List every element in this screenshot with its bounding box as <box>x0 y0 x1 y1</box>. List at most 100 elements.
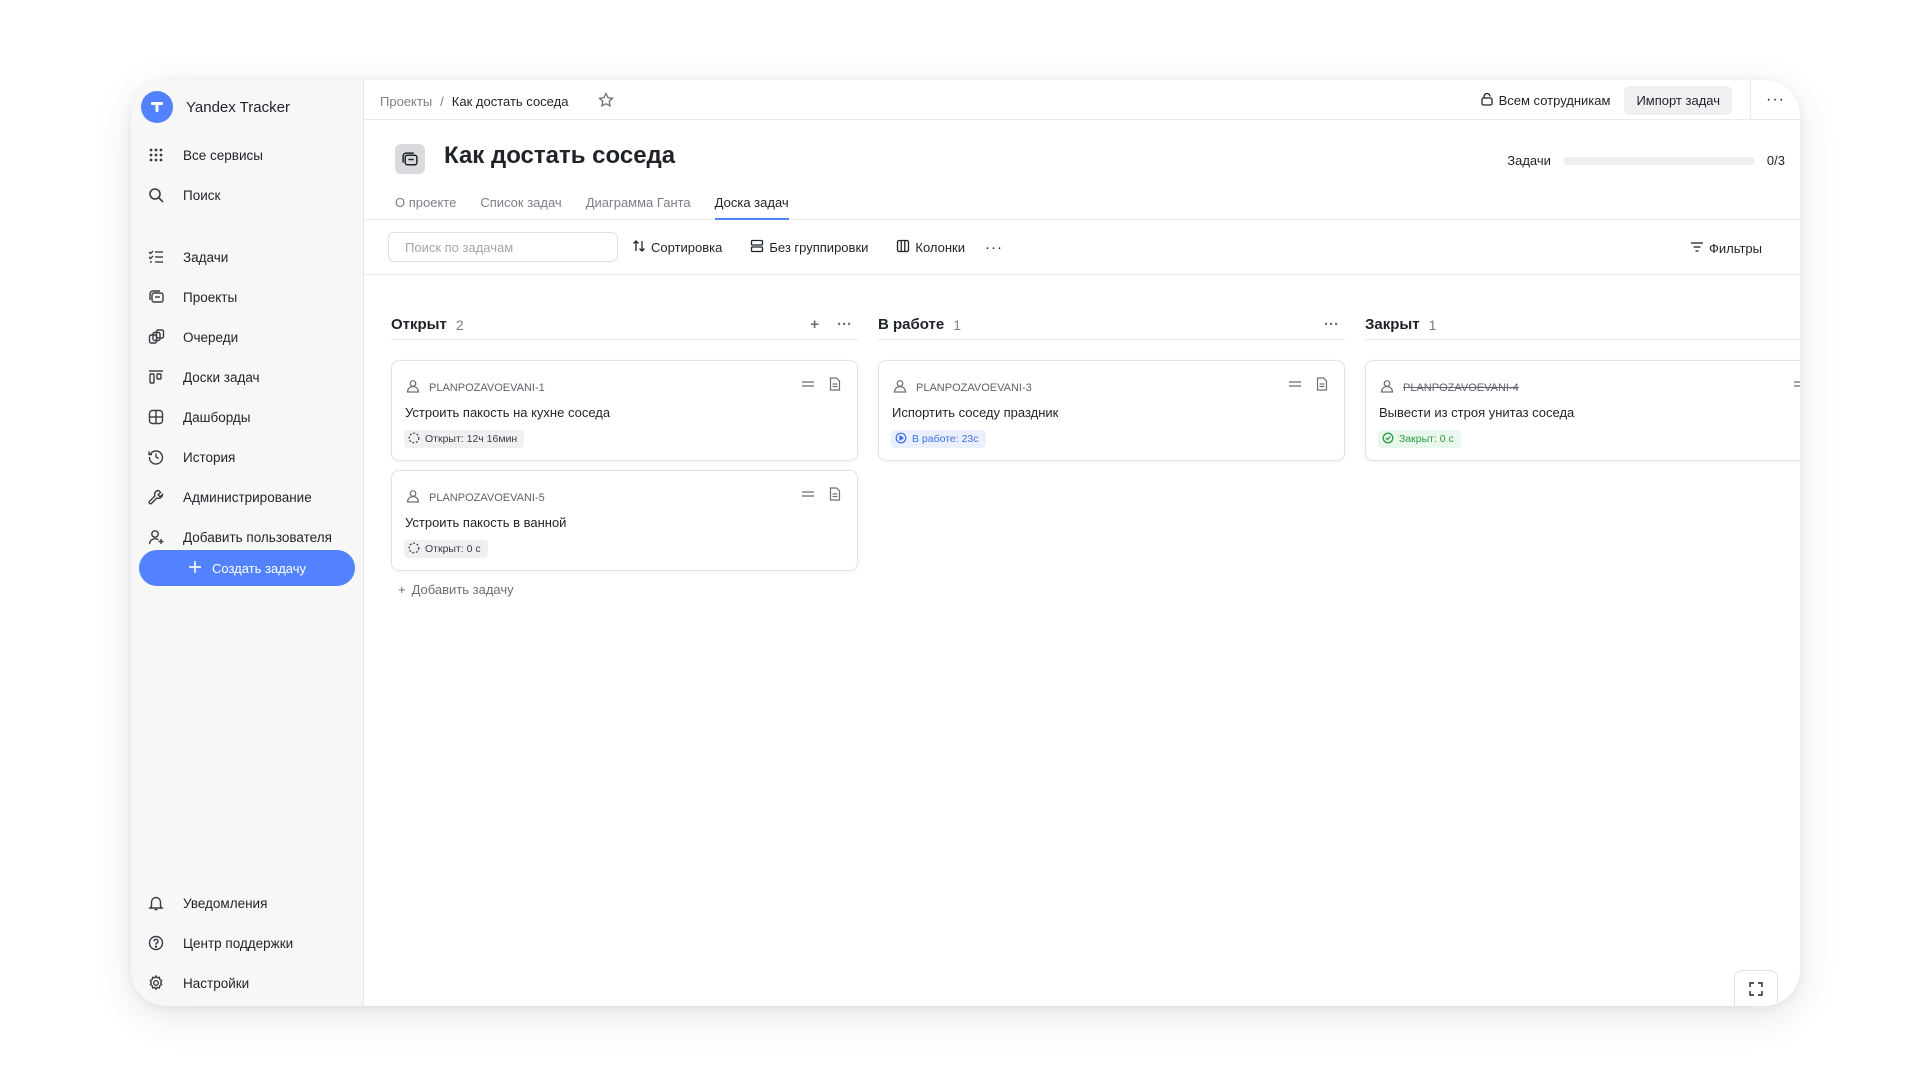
sidebar-item-all-services[interactable]: Все сервисы <box>141 140 353 170</box>
open-status-icon <box>408 542 420 557</box>
toolbar-more-icon[interactable]: ··· <box>985 239 1003 256</box>
column-title: В работе <box>878 316 945 333</box>
card-actions <box>801 377 841 396</box>
columns-label: Колонки <box>915 239 965 255</box>
priority-icon[interactable] <box>801 487 815 506</box>
document-icon[interactable] <box>829 487 841 506</box>
document-icon[interactable] <box>1316 377 1328 396</box>
tab-about[interactable]: О проекте <box>395 180 456 219</box>
column-count: 1 <box>953 316 962 333</box>
access-label: Всем сотрудникам <box>1498 92 1611 108</box>
fullscreen-icon[interactable] <box>1734 970 1778 1006</box>
column-actions: + ··· <box>810 316 852 333</box>
column-more-icon[interactable]: ··· <box>1324 316 1339 333</box>
sidebar-item-search[interactable]: Поиск <box>141 180 353 210</box>
task-card[interactable]: PLANPOZAVOEVANI-1 Устроить пакость на ку… <box>391 360 858 461</box>
user-icon <box>406 489 420 506</box>
task-key: PLANPOZAVOEVANI-3 <box>893 379 1032 396</box>
task-key-text: PLANPOZAVOEVANI-3 <box>916 381 1032 394</box>
status-badge: Открыт: 0 с <box>404 540 488 558</box>
add-icon[interactable]: + <box>810 316 819 333</box>
sidebar-item-tasks[interactable]: Задачи <box>141 242 353 272</box>
column-count: 2 <box>455 316 464 333</box>
card-actions <box>1793 377 1800 396</box>
filters-button[interactable]: Фильтры <box>1690 240 1762 257</box>
create-task-label: Создать задачу <box>211 560 306 576</box>
sidebar-item-history[interactable]: История <box>141 442 353 472</box>
sidebar-item-projects[interactable]: Проекты <box>141 282 353 312</box>
sidebar-item-settings[interactable]: Настройки <box>141 968 353 998</box>
app-window: Yandex Tracker Все сервисы Поиск Задачи … <box>131 80 1800 1006</box>
progress-bar <box>1562 156 1755 165</box>
sidebar-item-label: Уведомления <box>183 895 268 911</box>
star-icon[interactable] <box>598 91 615 111</box>
priority-icon[interactable] <box>801 377 815 396</box>
page-title: Как достать соседа <box>444 142 676 169</box>
sidebar-item-label: Настройки <box>183 975 250 991</box>
priority-icon[interactable] <box>1288 377 1302 396</box>
columns-button[interactable]: Колонки <box>896 239 965 256</box>
status-badge: Закрыт: 0 с <box>1378 430 1461 448</box>
main-content: Проекты / Как достать соседа Всем сотруд… <box>364 80 1800 1006</box>
task-key: PLANPOZAVOEVANI-4 <box>1380 379 1519 396</box>
sidebar-item-boards[interactable]: Доски задач <box>141 362 353 392</box>
app-logo-row[interactable]: Yandex Tracker <box>141 91 290 123</box>
sidebar-item-support[interactable]: Центр поддержки <box>141 928 353 958</box>
task-key: PLANPOZAVOEVANI-1 <box>406 379 545 396</box>
grouping-button[interactable]: Без группировки <box>750 239 868 256</box>
import-tasks-button[interactable]: Импорт задач <box>1624 85 1732 115</box>
columns-icon <box>896 239 910 256</box>
tracker-logo-icon <box>141 91 173 123</box>
sidebar-item-queues[interactable]: Очереди <box>141 322 353 352</box>
task-card[interactable]: PLANPOZAVOEVANI-5 Устроить пакость в ван… <box>391 470 858 571</box>
card-actions <box>801 487 841 506</box>
task-key-text: PLANPOZAVOEVANI-4 <box>1403 381 1519 394</box>
plus-icon <box>188 560 202 577</box>
sidebar-item-dashboards[interactable]: Дашборды <box>141 402 353 432</box>
sidebar-item-label: Очереди <box>183 329 239 345</box>
tab-task-list[interactable]: Список задач <box>480 180 561 219</box>
access-button[interactable]: Всем сотрудникам <box>1480 92 1611 109</box>
grouping-label: Без группировки <box>769 239 869 255</box>
sidebar-item-label: История <box>183 449 236 465</box>
sidebar-item-label: Задачи <box>183 249 229 265</box>
sidebar-item-notifications[interactable]: Уведомления <box>141 888 353 918</box>
document-icon[interactable] <box>829 377 841 396</box>
task-card[interactable]: PLANPOZAVOEVANI-3 Испортить соседу празд… <box>878 360 1345 461</box>
sort-button[interactable]: Сортировка <box>632 239 722 256</box>
search-input[interactable] <box>388 232 618 262</box>
sidebar-item-label: Поиск <box>183 187 221 203</box>
column-more-icon[interactable]: ··· <box>837 316 852 333</box>
breadcrumb: Проекты / Как достать соседа <box>380 91 615 111</box>
task-key-text: PLANPOZAVOEVANI-5 <box>429 491 545 504</box>
column-header-in-progress: В работе 1 ··· <box>878 310 1345 340</box>
more-icon[interactable]: ··· <box>1750 80 1800 120</box>
task-title: Вывести из строя унитаз соседа <box>1379 405 1575 420</box>
card-actions <box>1288 377 1328 396</box>
priority-icon[interactable] <box>1793 377 1800 396</box>
tab-gantt[interactable]: Диаграмма Ганта <box>586 180 691 219</box>
help-icon <box>147 934 165 952</box>
app-title: Yandex Tracker <box>186 98 290 116</box>
task-key-text: PLANPOZAVOEVANI-1 <box>429 381 545 394</box>
create-task-button[interactable]: Создать задачу <box>139 550 355 586</box>
sidebar-item-admin[interactable]: Администрирование <box>141 482 353 512</box>
sidebar-item-label: Проекты <box>183 289 238 305</box>
project-header: Как достать соседа Задачи 0/3 <box>364 120 1800 180</box>
tab-board[interactable]: Доска задач <box>714 180 789 220</box>
check-circle-icon <box>1382 432 1394 447</box>
add-task-label: Добавить задачу <box>411 582 514 597</box>
sidebar-item-add-user[interactable]: Добавить пользователя <box>141 522 353 552</box>
grid-icon <box>147 146 165 164</box>
task-key: PLANPOZAVOEVANI-5 <box>406 489 545 506</box>
status-text: В работе: 23с <box>912 433 979 445</box>
add-user-icon <box>147 528 165 546</box>
column-count: 1 <box>1428 316 1437 333</box>
task-card[interactable]: PLANPOZAVOEVANI-4 Вывести из строя унита… <box>1365 360 1800 461</box>
breadcrumb-root-link[interactable]: Проекты <box>380 94 432 109</box>
tasks-progress: Задачи 0/3 <box>1507 153 1785 168</box>
column-actions: ··· <box>1324 316 1339 333</box>
grouping-icon <box>750 239 764 256</box>
add-task-button[interactable]: + Добавить задачу <box>398 582 514 597</box>
projects-icon <box>147 288 165 306</box>
